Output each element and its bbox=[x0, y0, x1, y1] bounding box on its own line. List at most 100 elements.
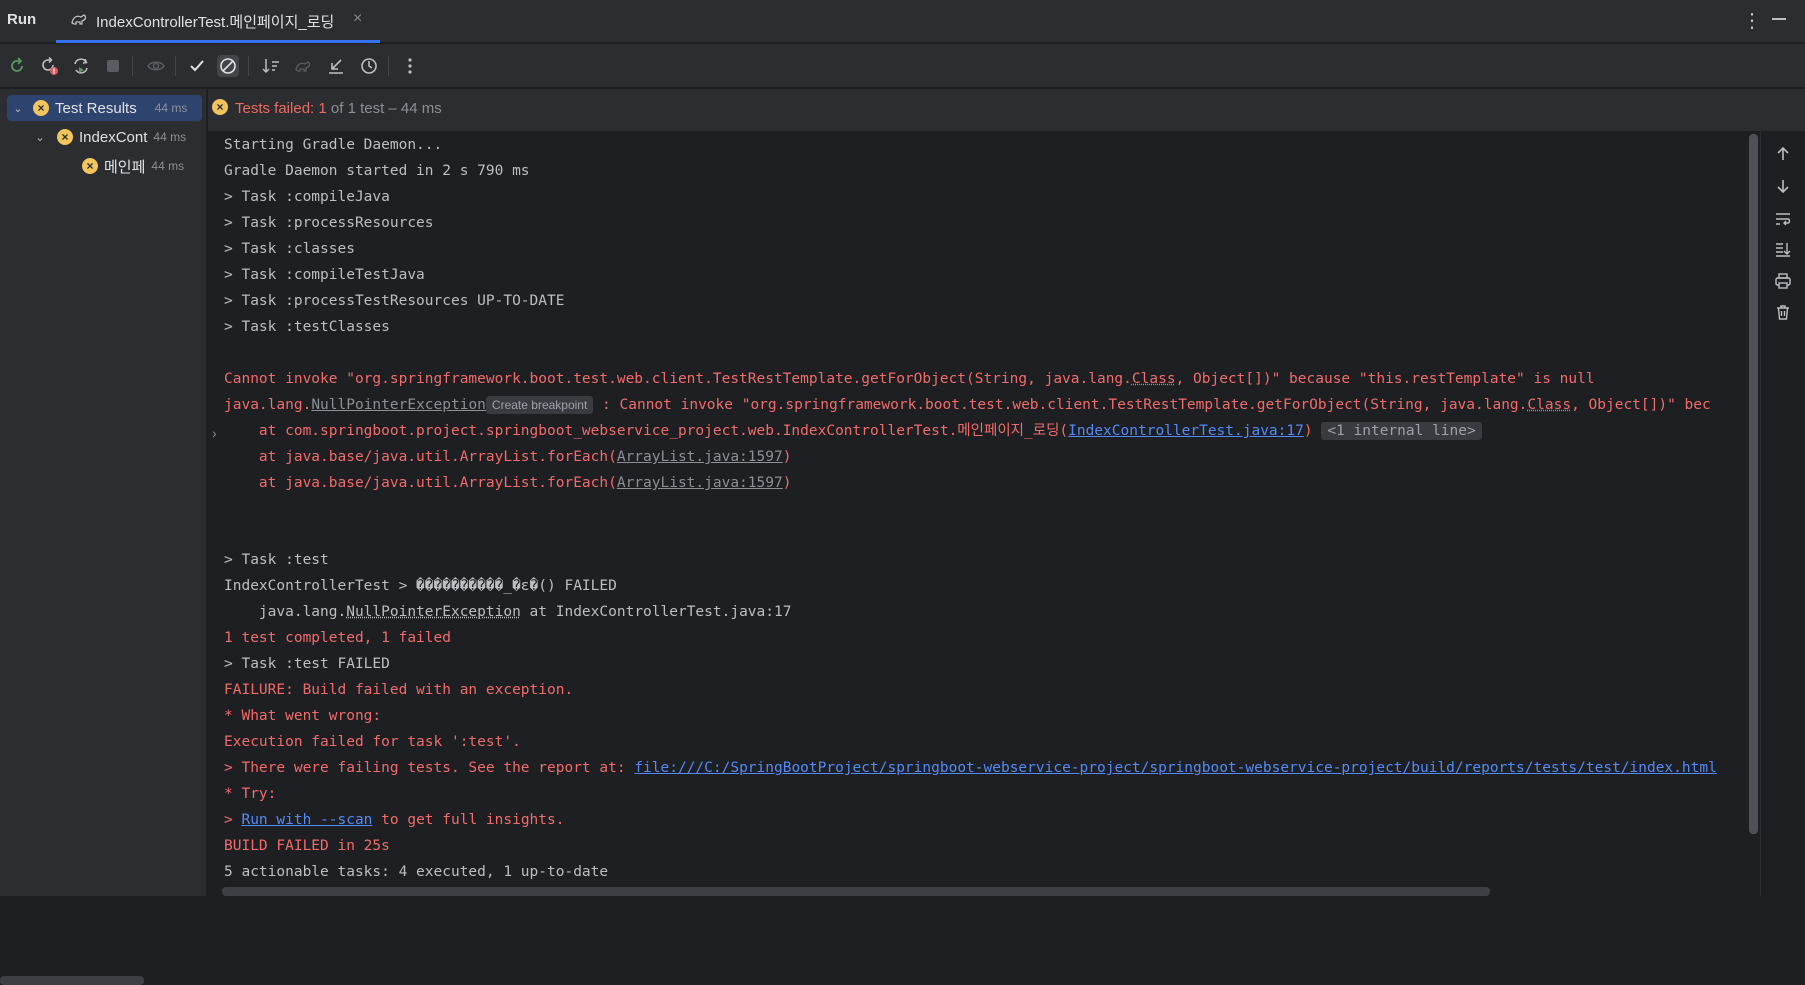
scrollbar-thumb[interactable] bbox=[1749, 134, 1758, 834]
tree-item-label: 메인페 bbox=[104, 156, 145, 177]
error-text: to get full insights. bbox=[372, 812, 564, 828]
tree-item-label: IndexCont bbox=[79, 129, 147, 146]
stacktrace-text: at java.base/java.util.ArrayList.forEach… bbox=[224, 449, 617, 465]
stacktrace-text: at com.springboot.project.springboot_web… bbox=[224, 423, 1068, 439]
tree-item-label: Test Results bbox=[55, 100, 137, 117]
export-tests-icon[interactable] bbox=[325, 55, 347, 77]
scan-link[interactable]: Run with --scan bbox=[241, 812, 372, 828]
error-line: * What went wrong: bbox=[224, 705, 381, 727]
stacktrace-text: ) bbox=[783, 449, 792, 465]
show-passed-check-icon[interactable] bbox=[186, 55, 208, 77]
rerun-icon[interactable] bbox=[6, 55, 28, 77]
stacktrace-line: at com.springboot.project.springboot_web… bbox=[224, 420, 1482, 442]
exception-link[interactable]: NullPointerException bbox=[346, 604, 521, 620]
console-line: > Task :processResources bbox=[224, 212, 434, 234]
tree-item-test-method[interactable]: × 메인페 44 ms bbox=[76, 153, 204, 179]
tab-run-configuration[interactable]: IndexControllerTest.메인페이지_로딩 × bbox=[56, 0, 380, 43]
test-status-text: Tests failed: 1 of 1 test – 44 ms bbox=[235, 100, 442, 117]
report-link[interactable]: file:///C:/SpringBootProject/springboot-… bbox=[634, 760, 1717, 776]
error-line: 1 test completed, 1 failed bbox=[224, 627, 451, 649]
error-text: , Object[])" bec bbox=[1571, 397, 1711, 413]
stop-icon[interactable] bbox=[102, 55, 124, 77]
more-options-icon[interactable]: ⋮ bbox=[1742, 8, 1762, 33]
test-failed-icon: × bbox=[82, 158, 98, 174]
import-tests-icon[interactable] bbox=[293, 55, 315, 77]
error-line: FAILURE: Build failed with an exception. bbox=[224, 679, 573, 701]
console-line: Gradle Daemon started in 2 s 790 ms bbox=[224, 160, 530, 182]
console-line: 5 actionable tasks: 4 executed, 1 up-to-… bbox=[224, 861, 608, 883]
error-line: Execution failed for task ':test'. bbox=[224, 731, 521, 753]
source-link[interactable]: ArrayList.java:1597 bbox=[617, 475, 783, 491]
console-line: > Task :testClasses bbox=[224, 316, 390, 338]
rerun-failed-icon[interactable] bbox=[38, 55, 60, 77]
show-ignored-icon[interactable] bbox=[217, 55, 239, 77]
error-line: BUILD FAILED in 25s bbox=[224, 835, 390, 857]
exception-link[interactable]: NullPointerException bbox=[311, 397, 486, 413]
toolbar-separator bbox=[175, 56, 176, 76]
chevron-down-icon[interactable]: ⌄ bbox=[11, 102, 25, 115]
internal-line-fold[interactable]: <1 internal line> bbox=[1321, 422, 1481, 440]
more-icon[interactable] bbox=[399, 55, 421, 77]
error-text: > There were failing tests. See the repo… bbox=[224, 760, 634, 776]
run-window-title: Run bbox=[7, 11, 36, 28]
source-link[interactable]: IndexControllerTest.java:17 bbox=[1068, 423, 1304, 439]
error-line: > Run with --scan to get full insights. bbox=[224, 809, 564, 831]
console-text: java.lang. bbox=[224, 604, 346, 620]
toggle-auto-test-icon[interactable] bbox=[70, 55, 92, 77]
stacktrace-text: at java.base/java.util.ArrayList.forEach… bbox=[224, 475, 617, 491]
console-output[interactable]: Starting Gradle Daemon... Gradle Daemon … bbox=[208, 131, 1749, 896]
trash-icon[interactable] bbox=[1773, 302, 1793, 322]
test-failed-icon: × bbox=[57, 129, 73, 145]
test-failed-icon: × bbox=[212, 99, 228, 115]
tree-item-duration: 44 ms bbox=[155, 101, 188, 115]
show-passed-icon[interactable] bbox=[145, 55, 167, 77]
console-horizontal-scrollbar[interactable] bbox=[222, 887, 1490, 896]
scroll-to-end-icon[interactable] bbox=[1773, 239, 1793, 259]
tab-title: IndexControllerTest.메인페이지_로딩 bbox=[96, 11, 334, 32]
error-line: Cannot invoke "org.springframework.boot.… bbox=[224, 368, 1595, 390]
console-line: IndexControllerTest > ����������_�ε�() F… bbox=[224, 575, 617, 597]
arrow-down-icon[interactable] bbox=[1773, 176, 1793, 196]
console-line: > Task :test FAILED bbox=[224, 653, 390, 675]
print-icon[interactable] bbox=[1773, 271, 1793, 291]
history-icon[interactable] bbox=[358, 55, 380, 77]
tree-horizontal-scrollbar[interactable] bbox=[0, 976, 144, 985]
test-status-bar: × Tests failed: 1 of 1 test – 44 ms bbox=[208, 89, 1805, 131]
tree-item-duration: 44 ms bbox=[151, 159, 184, 173]
stacktrace-text: ) bbox=[783, 475, 792, 491]
tests-failed-label: Tests failed: 1 bbox=[235, 100, 327, 117]
tests-summary: of 1 test – 44 ms bbox=[327, 100, 442, 117]
toolbar-separator bbox=[388, 56, 389, 76]
source-link[interactable]: ArrayList.java:1597 bbox=[617, 449, 783, 465]
console-line: > Task :classes bbox=[224, 238, 355, 260]
chevron-down-icon[interactable]: ⌄ bbox=[33, 131, 47, 144]
test-tree-panel: ⌄ × Test Results 44 ms ⌄ × IndexCont 44 … bbox=[0, 89, 207, 896]
error-text: java.lang. bbox=[224, 397, 311, 413]
console-line: > Task :processTestResources UP-TO-DATE bbox=[224, 290, 564, 312]
console-side-toolbar bbox=[1760, 131, 1805, 896]
error-text: Class bbox=[1527, 397, 1571, 413]
error-text: : Cannot invoke "org.springframework.boo… bbox=[593, 397, 1527, 413]
arrow-up-icon[interactable] bbox=[1773, 144, 1793, 164]
toolbar-separator bbox=[132, 56, 133, 76]
minimize-icon[interactable] bbox=[1772, 18, 1786, 20]
gradle-icon bbox=[70, 11, 88, 27]
error-line: java.lang.NullPointerException Create bre… bbox=[224, 394, 1711, 416]
soft-wrap-icon[interactable] bbox=[1773, 209, 1793, 229]
stacktrace-line: at java.base/java.util.ArrayList.forEach… bbox=[224, 446, 791, 468]
tree-item-test-results[interactable]: ⌄ × Test Results 44 ms bbox=[7, 95, 202, 121]
chevron-right-icon[interactable]: › bbox=[212, 425, 217, 441]
stacktrace-text: ) bbox=[1304, 423, 1313, 439]
console-line: > Task :test bbox=[224, 549, 329, 571]
tree-item-test-class[interactable]: ⌄ × IndexCont 44 ms bbox=[33, 124, 205, 150]
create-breakpoint-button[interactable]: Create breakpoint bbox=[486, 396, 593, 414]
sort-icon[interactable] bbox=[260, 55, 282, 77]
error-text: Class bbox=[1132, 371, 1176, 387]
console-line: Starting Gradle Daemon... bbox=[224, 134, 442, 156]
tool-window-header: Run IndexControllerTest.메인페이지_로딩 × ⋮ bbox=[0, 0, 1805, 43]
error-text: > bbox=[224, 812, 241, 828]
console-line: > Task :compileJava bbox=[224, 186, 390, 208]
console-line: java.lang.NullPointerException at IndexC… bbox=[224, 601, 791, 623]
test-failed-icon: × bbox=[33, 100, 49, 116]
close-icon[interactable]: × bbox=[353, 10, 362, 28]
